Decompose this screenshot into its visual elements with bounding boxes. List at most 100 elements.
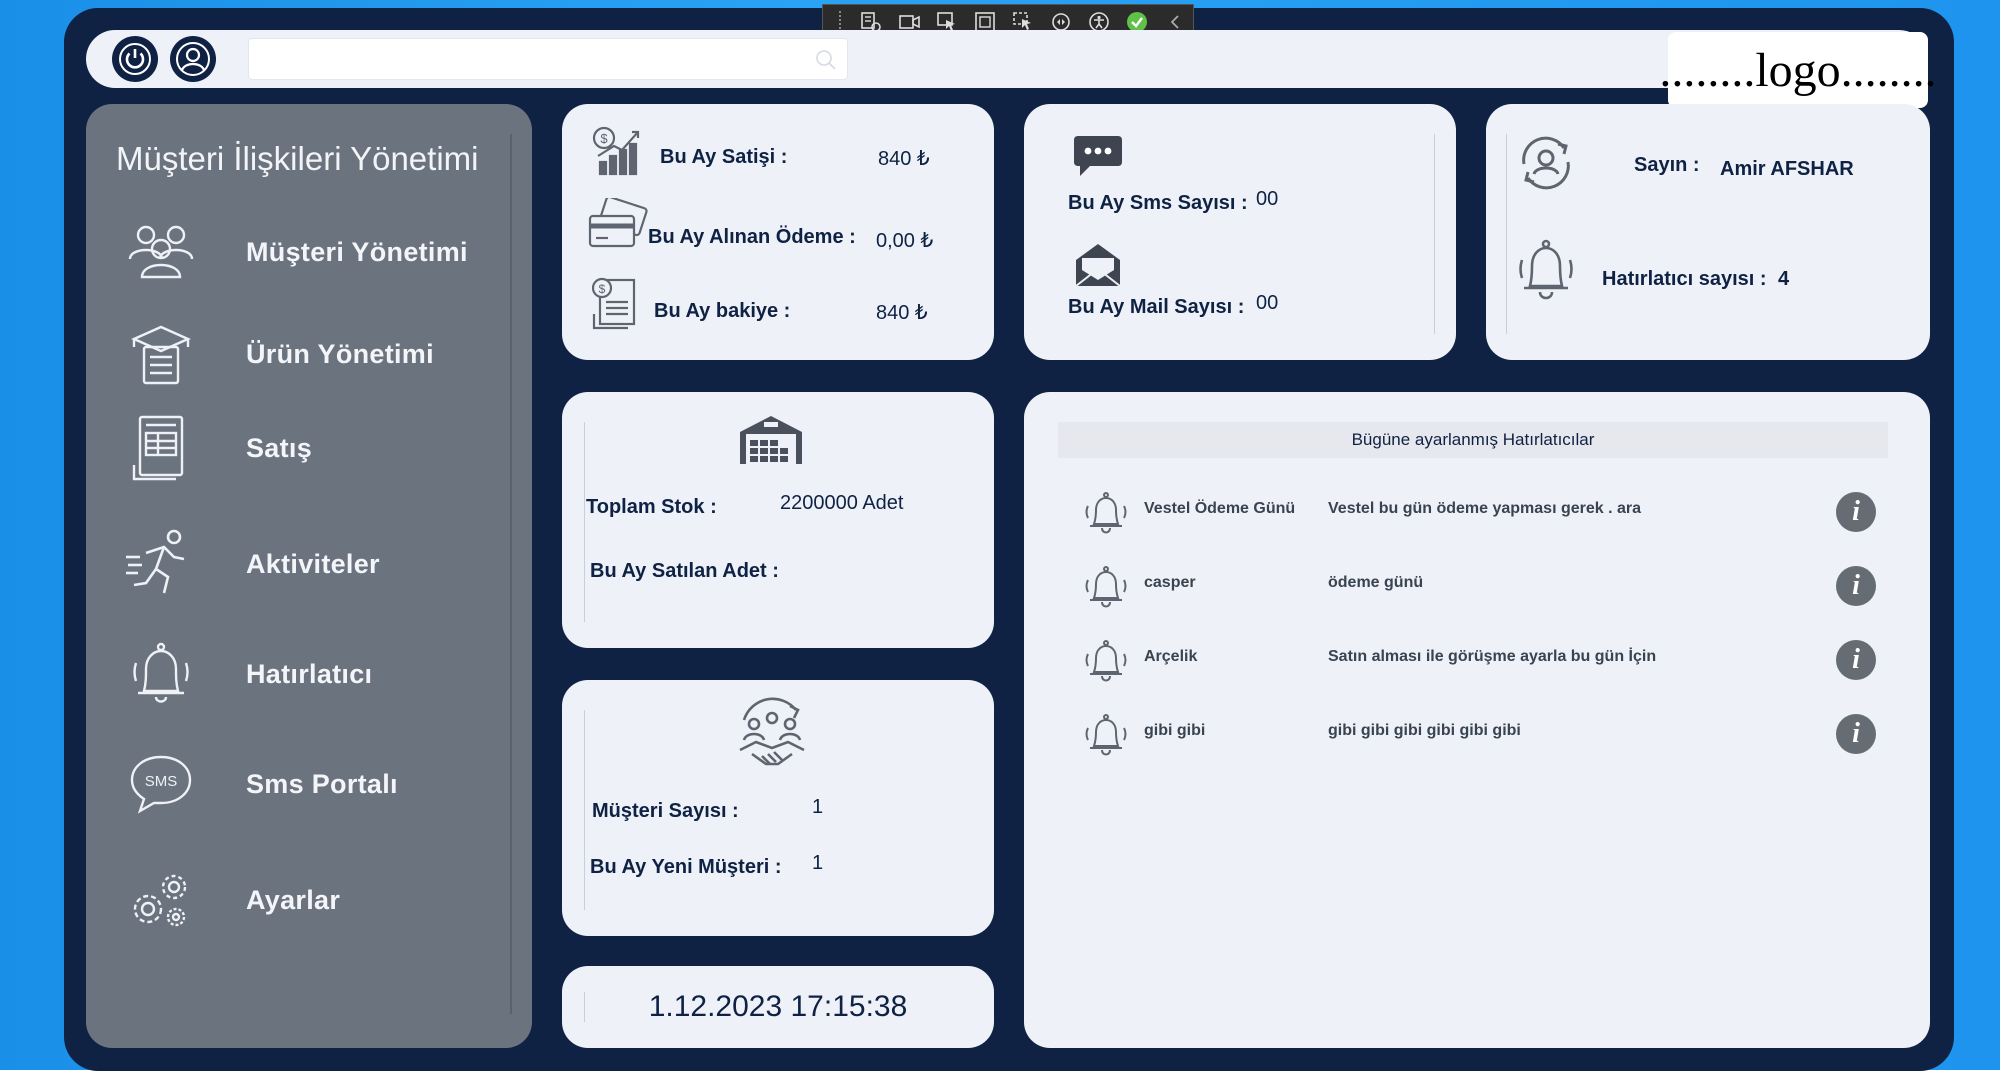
info-icon[interactable]: i — [1836, 714, 1876, 754]
sidebar: Müşteri İlişkileri Yönetimi Müşteri Yöne… — [86, 104, 532, 1048]
reminders-card: Bügüne ayarlanmış Hatırlatıcılar Vestel … — [1024, 392, 1930, 1048]
sidebar-item-label: Ürün Yönetimi — [246, 338, 434, 369]
sales-chart-icon: $ — [592, 126, 640, 176]
sidebar-item-sms-portali[interactable]: SMS Sms Portalı — [116, 744, 506, 824]
sales-summary-card: $ Bu Ay Satişi : 840 ₺ Bu Ay Alınan Ödem… — [562, 104, 994, 360]
payment-value: 0,00 ₺ — [876, 230, 934, 252]
datetime-card: 1.12.2023 17:15:38 — [562, 966, 994, 1048]
reminder-title: casper — [1144, 574, 1196, 591]
reminder-title: Arçelik — [1144, 648, 1198, 665]
user-circle-icon — [176, 42, 210, 76]
power-button[interactable] — [112, 36, 158, 82]
sidebar-item-label: Aktiviteler — [246, 548, 380, 579]
bell-icon — [1085, 714, 1127, 756]
reminder-title: gibi gibi — [1144, 722, 1206, 739]
sales-value: 840 ₺ — [878, 148, 930, 170]
svg-text:$: $ — [600, 131, 608, 146]
total-stock-label: Toplam Stok : — [586, 496, 717, 518]
current-datetime: 1.12.2023 17:15:38 — [648, 990, 908, 1023]
balance-label: Bu Ay bakiye : — [654, 300, 791, 322]
stock-card: Toplam Stok : 2200000 Adet Bu Ay Satılan… — [562, 392, 994, 648]
product-box-icon — [116, 314, 206, 394]
sidebar-item-aktiviteler[interactable]: Aktiviteler — [116, 524, 506, 604]
taskbar-strip — [0, 1070, 2000, 1077]
reminder-count-value: 4 — [1778, 268, 1790, 290]
payment-label: Bu Ay Alınan Ödeme : — [648, 226, 856, 248]
new-customer-value: 1 — [812, 852, 824, 874]
power-icon — [119, 43, 151, 75]
list-item[interactable]: gibi gibi gibi gibi gibi gibi gibi gibi … — [1084, 708, 1884, 762]
balance-receipt-icon: $ — [591, 277, 636, 330]
list-item[interactable]: Arçelik Satın alması ile görüşme ayarla … — [1084, 634, 1884, 688]
customers-card: Müşteri Sayısı : 1 Bu Ay Yeni Müşteri : … — [562, 680, 994, 936]
reminder-bell-icon — [1519, 239, 1573, 300]
list-item[interactable]: casper ödeme günü i — [1084, 560, 1884, 614]
card-divider — [584, 422, 585, 622]
user-refresh-icon — [1522, 136, 1570, 190]
customers-icon — [116, 212, 206, 292]
card-divider — [1434, 134, 1435, 334]
sales-label: Bu Ay Satişi : — [660, 146, 788, 168]
mail-count-value: 00 — [1256, 292, 1279, 314]
user-info-card: Sayın : Amir AFSHAR Hatırlatıcı sayısı :… — [1486, 104, 1930, 360]
sidebar-title: Müşteri İlişkileri Yönetimi — [116, 140, 479, 177]
chat-bubble-icon — [1074, 136, 1122, 176]
card-divider — [1506, 134, 1507, 334]
gears-icon — [116, 860, 206, 940]
sidebar-item-satis[interactable]: Satış — [116, 408, 506, 488]
sms-count-label: Bu Ay Sms Sayısı : — [1068, 192, 1248, 214]
new-customer-label: Bu Ay Yeni Müşteri : — [590, 856, 782, 878]
sidebar-divider — [510, 134, 512, 1014]
sidebar-item-musteri-yonetimi[interactable]: Müşteri Yönetimi — [116, 212, 506, 292]
search-box[interactable] — [248, 38, 848, 80]
logo: ........logo........ — [1659, 32, 1937, 108]
reminder-description: Satın alması ile görüşme ayarla bu gün İ… — [1328, 648, 1657, 665]
bell-icon — [1085, 566, 1127, 608]
user-name: Amir AFSHAR — [1720, 158, 1854, 180]
sidebar-item-label: Ayarlar — [246, 884, 341, 915]
sold-units-label: Bu Ay Satılan Adet : — [590, 560, 779, 582]
total-stock-value: 2200000 Adet — [780, 492, 904, 514]
customer-count-value: 1 — [812, 796, 824, 818]
sidebar-item-ayarlar[interactable]: Ayarlar — [116, 860, 506, 940]
top-bar — [86, 30, 1928, 88]
sidebar-item-urun-yonetimi[interactable]: Ürün Yönetimi — [116, 314, 506, 394]
sms-icon: SMS — [116, 744, 206, 824]
sms-count-value: 00 — [1256, 188, 1279, 210]
customer-count-label: Müşteri Sayısı : — [592, 800, 739, 822]
logo-text: ........logo........ — [1659, 43, 1937, 97]
mail-count-label: Bu Ay Mail Sayısı : — [1068, 296, 1245, 318]
info-icon[interactable]: i — [1836, 492, 1876, 532]
sidebar-item-label: Müşteri Yönetimi — [246, 236, 468, 267]
bell-icon — [1085, 492, 1127, 534]
reminder-description: ödeme günü — [1328, 574, 1424, 591]
reminder-count-label: Hatırlatıcı sayısı : — [1602, 268, 1767, 290]
reminder-description: gibi gibi gibi gibi gibi gibi — [1328, 722, 1521, 739]
info-icon[interactable]: i — [1836, 566, 1876, 606]
sidebar-item-label: Hatırlatıcı — [246, 658, 373, 689]
info-icon[interactable]: i — [1836, 640, 1876, 680]
svg-text:SMS: SMS — [145, 773, 178, 790]
svg-text:$: $ — [599, 282, 606, 296]
running-person-icon — [116, 524, 206, 604]
invoice-icon — [116, 408, 206, 488]
bell-icon — [116, 634, 206, 714]
mail-open-icon — [1075, 244, 1121, 287]
balance-value: 840 ₺ — [876, 302, 928, 324]
reminder-title: Vestel Ödeme Günü — [1144, 500, 1296, 517]
search-icon[interactable] — [815, 49, 837, 71]
card-divider — [584, 710, 585, 910]
sidebar-item-hatirlatici[interactable]: Hatırlatıcı — [116, 634, 506, 714]
list-item[interactable]: Vestel Ödeme Günü Vestel bu gün ödeme ya… — [1084, 486, 1884, 540]
reminders-header: Bügüne ayarlanmış Hatırlatıcılar — [1058, 422, 1888, 458]
credit-card-icon — [588, 198, 648, 248]
greeting-label: Sayın : — [1634, 154, 1700, 176]
reminder-description: Vestel bu gün ödeme yapması gerek . ara — [1328, 500, 1642, 517]
sidebar-item-label: Satış — [246, 432, 313, 463]
messages-summary-card: Bu Ay Sms Sayısı : 00 Bu Ay Mail Sayısı … — [1024, 104, 1456, 360]
search-input[interactable] — [249, 39, 847, 79]
warehouse-icon — [740, 416, 802, 464]
sidebar-item-label: Sms Portalı — [246, 768, 398, 799]
bell-icon — [1085, 640, 1127, 682]
user-profile-button[interactable] — [170, 36, 216, 82]
